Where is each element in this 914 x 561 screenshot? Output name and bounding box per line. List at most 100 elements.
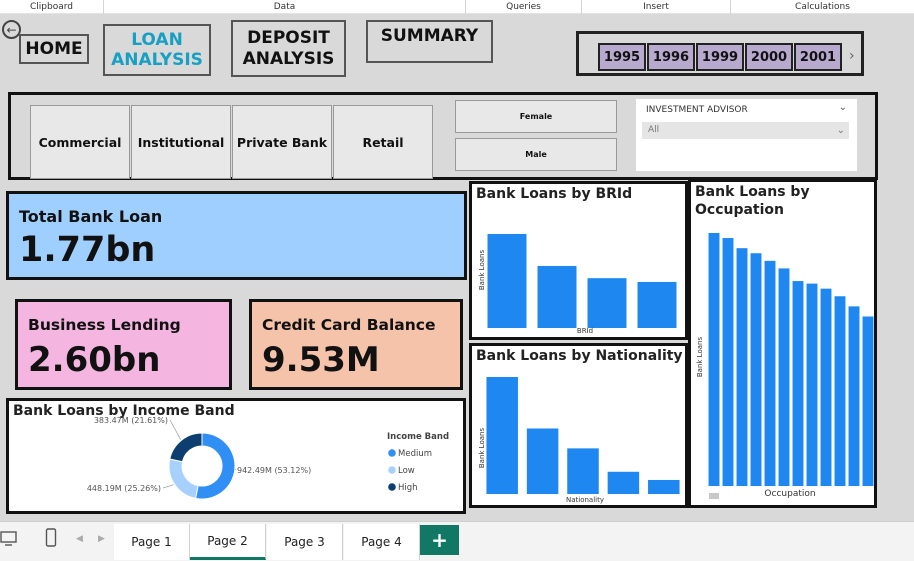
- data-label: 383.47M (21.61%): [94, 416, 168, 425]
- mobile-layout-icon[interactable]: [45, 528, 57, 548]
- donut-slice: [169, 432, 203, 463]
- bar: [778, 268, 790, 486]
- filter-bar: Commercial Institutional Private Bank Re…: [8, 92, 878, 180]
- y-axis-label: Bank Loans: [696, 337, 704, 378]
- segment-button-retail[interactable]: Retail: [333, 105, 433, 179]
- credit-card-balance-card: Credit Card Balance 9.53M: [249, 299, 463, 390]
- add-page-button[interactable]: +: [420, 525, 459, 555]
- bar: [526, 428, 559, 494]
- bar: [637, 281, 677, 328]
- card-title: Business Lending: [28, 316, 181, 334]
- donut-slice: [168, 458, 199, 499]
- bar: [736, 248, 748, 486]
- investment-advisor-value: All: [648, 125, 660, 135]
- card-title: Credit Card Balance: [262, 316, 436, 334]
- bar: [567, 448, 599, 494]
- investment-advisor-dropdown[interactable]: All ⌄: [642, 122, 849, 139]
- home-button[interactable]: HOME: [19, 34, 89, 64]
- bar: [708, 233, 720, 486]
- total-bank-loan-card: Total Bank Loan 1.77bn: [6, 191, 467, 280]
- ribbon-group-clipboard: Clipboard: [0, 0, 104, 14]
- gender-button-male[interactable]: Male: [455, 138, 617, 171]
- bar: [587, 278, 627, 328]
- legend-marker: [388, 466, 396, 474]
- x-axis-label: BRId: [577, 327, 593, 335]
- business-lending-card: Business Lending 2.60bn: [15, 299, 232, 390]
- bar: [834, 296, 846, 486]
- y-axis-label: Bank Loans: [478, 428, 486, 469]
- card-value: 2.60bn: [28, 340, 161, 380]
- segment-button-private-bank[interactable]: Private Bank: [232, 105, 332, 179]
- occupation-chart-svg: Bank Loans Occupation: [696, 233, 874, 499]
- report-canvas: ← HOME LOAN ANALYSIS DEPOSIT ANALYSIS SU…: [0, 14, 914, 521]
- bar: [792, 281, 804, 486]
- bank-loans-by-occupation-chart[interactable]: Bank Loans by Occupation Bank Loans Occup…: [688, 179, 877, 508]
- ribbon-group-queries: Queries: [466, 0, 582, 14]
- legend-marker: [388, 483, 396, 491]
- scrollbar-thumb: [709, 493, 719, 499]
- bar: [607, 471, 640, 494]
- data-label: 448.19M (25.26%): [87, 484, 161, 493]
- x-axis-label: Nationality: [566, 496, 604, 504]
- bar: [862, 316, 874, 486]
- y-axis-label: Bank Loans: [478, 250, 486, 291]
- desktop-layout-icon[interactable]: [0, 530, 18, 548]
- bank-loans-by-brid-chart[interactable]: Bank Loans by BRId Bank Loans BRId: [469, 181, 688, 340]
- card-value: 1.77bn: [19, 230, 156, 270]
- summary-button[interactable]: SUMMARY: [366, 20, 493, 63]
- year-button[interactable]: 2000: [745, 43, 793, 71]
- segment-button-commercial[interactable]: Commercial: [30, 105, 130, 179]
- card-title: Total Bank Loan: [19, 207, 163, 226]
- bar: [537, 265, 577, 328]
- brid-chart-svg: Bank Loans BRId: [478, 234, 677, 335]
- bar: [722, 238, 734, 486]
- year-button[interactable]: 2001: [794, 43, 842, 71]
- bar: [487, 234, 527, 328]
- bar: [486, 377, 518, 494]
- tab-scroll-right-icon[interactable]: ▶: [98, 534, 105, 544]
- x-axis-label: Occupation: [764, 489, 815, 499]
- leader-line: [169, 419, 181, 440]
- tab-page-4[interactable]: Page 4: [344, 524, 420, 560]
- bar: [848, 306, 860, 486]
- legend-item: High: [398, 483, 418, 493]
- ribbon-group-data: Data: [104, 0, 466, 14]
- legend-item: Low: [398, 466, 415, 476]
- legend-item: Medium: [398, 449, 432, 459]
- bar: [648, 479, 680, 494]
- chevron-down-icon[interactable]: ⌄: [839, 102, 847, 113]
- investment-advisor-label: INVESTMENT ADVISOR: [646, 105, 748, 115]
- chevron-down-icon[interactable]: ⌄: [837, 122, 845, 139]
- year-button[interactable]: 1999: [696, 43, 744, 71]
- gender-button-female[interactable]: Female: [455, 100, 617, 133]
- year-button[interactable]: 1996: [647, 43, 695, 71]
- segment-button-institutional[interactable]: Institutional: [131, 105, 231, 179]
- year-slicer: 1995 1996 1999 2000 2001 ›: [576, 31, 864, 76]
- tab-page-3[interactable]: Page 3: [267, 524, 343, 560]
- tab-page-1[interactable]: Page 1: [114, 524, 190, 560]
- leader-line: [162, 484, 174, 489]
- card-value: 9.53M: [262, 340, 380, 380]
- page-tab-bar: ◀ ▶ Page 1 Page 2 Page 3 Page 4 +: [0, 521, 914, 561]
- investment-advisor-slicer[interactable]: INVESTMENT ADVISOR ⌄ All ⌄: [636, 99, 857, 171]
- data-label: 942.49M (53.12%): [237, 466, 311, 475]
- tab-page-2[interactable]: Page 2: [190, 524, 266, 560]
- ribbon-group-bar: Clipboard Data Queries Insert Calculatio…: [0, 0, 914, 14]
- income-band-chart[interactable]: Bank Loans by Income Band 942.49M (53.12…: [6, 398, 466, 514]
- bank-loans-by-nationality-chart[interactable]: Bank Loans by Nationality Bank Loans Nati…: [469, 343, 688, 508]
- report-root: Clipboard Data Queries Insert Calculatio…: [0, 0, 914, 561]
- nationality-chart-svg: Bank Loans Nationality: [478, 377, 680, 504]
- bar: [820, 288, 832, 486]
- year-button[interactable]: 1995: [598, 43, 646, 71]
- loan-analysis-button[interactable]: LOAN ANALYSIS: [103, 24, 211, 76]
- bar: [806, 283, 818, 486]
- bar: [764, 260, 776, 486]
- tab-scroll-left-icon[interactable]: ◀: [76, 534, 83, 544]
- chevron-right-icon[interactable]: ›: [849, 48, 855, 64]
- bar: [750, 253, 762, 486]
- donut-chart-svg: 942.49M (53.12%) 448.19M (25.26%) 383.47M …: [87, 416, 449, 500]
- legend-marker: [388, 449, 396, 457]
- deposit-analysis-button[interactable]: DEPOSIT ANALYSIS: [231, 20, 346, 77]
- ribbon-group-insert: Insert: [582, 0, 731, 14]
- ribbon-group-calculations: Calculations: [795, 2, 850, 12]
